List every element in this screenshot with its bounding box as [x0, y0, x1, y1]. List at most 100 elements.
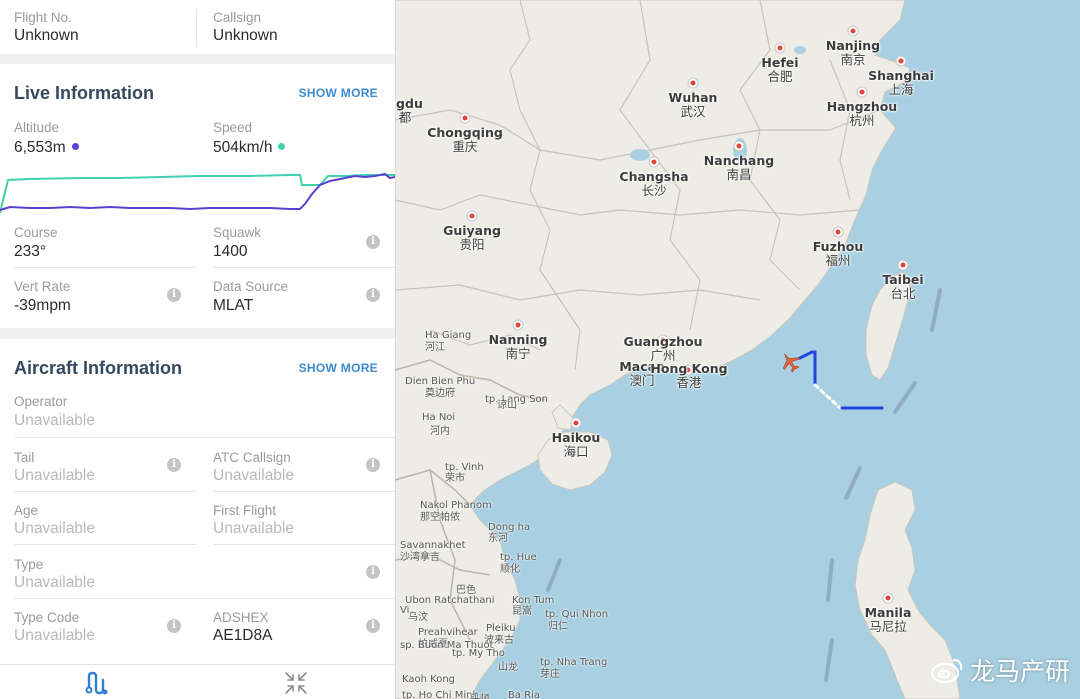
city-label: Nanjing 南京 — [826, 39, 880, 67]
type-label: Type — [14, 557, 44, 572]
altitude-label: Altitude — [14, 120, 60, 135]
type-code-value: Unavailable — [14, 627, 95, 644]
city-name-en: Changsha — [619, 169, 689, 184]
tail-info-icon[interactable]: i — [167, 458, 181, 472]
aircraft-information-title: Aircraft Information — [14, 358, 183, 378]
minor-place-label: 归仁 — [548, 621, 568, 632]
type-code-info-icon[interactable]: i — [167, 619, 181, 633]
type-code-label: Type Code — [14, 610, 80, 625]
row-divider — [14, 437, 395, 438]
row-divider — [14, 544, 196, 545]
atc-callsign-value: Unavailable — [213, 467, 294, 484]
city-marker[interactable] — [734, 141, 744, 151]
minor-place-label: 东河 — [488, 533, 508, 544]
callsign-value: Unknown — [213, 27, 278, 44]
type-info-icon[interactable]: i — [366, 565, 380, 579]
minor-place-label: tp. Qui Nhon — [545, 609, 609, 620]
city-name-zh: 福州 — [825, 253, 851, 268]
city-marker[interactable] — [883, 593, 893, 603]
altitude-legend-dot — [71, 143, 79, 151]
collapse-icon[interactable] — [283, 670, 309, 696]
squawk-value: 1400 — [213, 243, 248, 260]
minor-place-label: tp. Ho Chi Minh — [402, 690, 479, 699]
city-name-zh: 海口 — [563, 444, 589, 459]
live-show-more-button[interactable]: SHOW MORE — [299, 86, 378, 100]
route-icon[interactable] — [84, 670, 110, 696]
minor-place-label: tp. Nha Trang — [540, 657, 608, 668]
city-name-en: Wuhan — [668, 90, 718, 105]
minor-place-label: 乌汶 — [408, 612, 428, 623]
minor-place-label: Nakol Phanom — [420, 500, 492, 511]
city-name-en: Nanchang — [703, 153, 775, 168]
city-name-zh: 台北 — [890, 286, 916, 301]
row-divider — [213, 544, 395, 545]
minor-place-label: Dien Bien Phu — [405, 376, 476, 387]
data-source-info-icon[interactable]: i — [366, 288, 380, 302]
city-label: Wuhan 武汉 — [669, 91, 718, 119]
minor-place-label: Ba Ria — [508, 690, 541, 699]
city-marker[interactable] — [460, 113, 470, 123]
vertical-divider — [196, 10, 197, 46]
city-label: Manila 马尼拉 — [865, 606, 912, 634]
tail-label: Tail — [14, 450, 35, 465]
city-name-en: Chongqing — [427, 125, 503, 140]
city-marker[interactable] — [513, 320, 523, 330]
row-divider — [14, 267, 196, 268]
age-label: Age — [14, 503, 39, 518]
minor-place-label: 芽庄 — [540, 669, 560, 680]
city-label: Hong Kong 香港 — [650, 362, 727, 390]
minor-place-label: 谅山 — [497, 400, 517, 411]
minor-place-label: Kaoh Kong — [402, 674, 456, 685]
minor-place-label: 那空帕侬 — [420, 512, 460, 523]
vert-rate-info-icon[interactable]: i — [167, 288, 181, 302]
city-marker[interactable] — [467, 211, 477, 221]
row-divider — [14, 491, 196, 492]
atc-callsign-info-icon[interactable]: i — [366, 458, 380, 472]
watermark: 龙马产研 — [930, 652, 1070, 688]
city-label: Fuzhou 福州 — [813, 240, 863, 268]
altitude-value-wrap: 6,553m — [14, 139, 79, 157]
city-label: Hangzhou 杭州 — [827, 100, 897, 128]
adshex-info-icon[interactable]: i — [366, 619, 380, 633]
watermark-text: 龙马产研 — [969, 657, 1070, 686]
city-label: Taibei 台北 — [882, 273, 923, 301]
row-divider — [14, 598, 395, 599]
squawk-info-icon[interactable]: i — [366, 235, 380, 249]
minor-place-label: Savannakhet — [400, 540, 466, 551]
city-name-zh: 武汉 — [680, 104, 706, 119]
bottom-toolbar — [0, 664, 395, 699]
city-name-zh: 重庆 — [452, 139, 478, 154]
city-marker[interactable] — [775, 43, 785, 53]
minor-place-label: 沙湾拿吉 — [400, 552, 440, 563]
city-name-en: Manila — [864, 605, 912, 620]
live-information-card: Live Information SHOW MORE Altitude 6,55… — [0, 64, 395, 328]
city-name-zh: 贵阳 — [459, 237, 485, 252]
city-name-zh: 合肥 — [767, 69, 793, 84]
city-label: Guiyang 贵阳 — [443, 224, 501, 252]
flight-header-card: Flight No. Unknown Callsign Unknown — [0, 0, 395, 54]
city-label: Haikou 海口 — [552, 431, 601, 459]
city-label: Shanghai 上海 — [868, 69, 934, 97]
minor-place-label: sp. Buon Ma Thuot — [400, 640, 494, 651]
city-marker[interactable] — [688, 78, 698, 88]
altitude-value: 6,553m — [14, 139, 66, 156]
data-source-label: Data Source — [213, 279, 289, 294]
city-name-en: Nanjing — [825, 38, 881, 53]
city-name-en: Guiyang — [443, 223, 501, 238]
city-marker[interactable] — [649, 157, 659, 167]
adshex-label: ADSHEX — [213, 610, 269, 625]
city-name-zh: 马尼拉 — [869, 619, 907, 634]
first-flight-value: Unavailable — [213, 520, 294, 537]
city-label: Nanning 南宁 — [489, 333, 548, 361]
city-marker[interactable] — [833, 227, 843, 237]
city-name-zh: 上海 — [888, 82, 914, 97]
city-marker[interactable] — [896, 56, 906, 66]
aircraft-show-more-button[interactable]: SHOW MORE — [299, 361, 378, 375]
city-marker[interactable] — [898, 260, 908, 270]
city-marker[interactable] — [571, 418, 581, 428]
altitude-speed-chart[interactable] — [0, 164, 395, 214]
city-marker[interactable] — [857, 87, 867, 97]
city-label: Changsha 长沙 — [619, 170, 688, 198]
city-marker[interactable] — [848, 26, 858, 36]
minor-place-label: Preahvihear — [418, 627, 478, 638]
